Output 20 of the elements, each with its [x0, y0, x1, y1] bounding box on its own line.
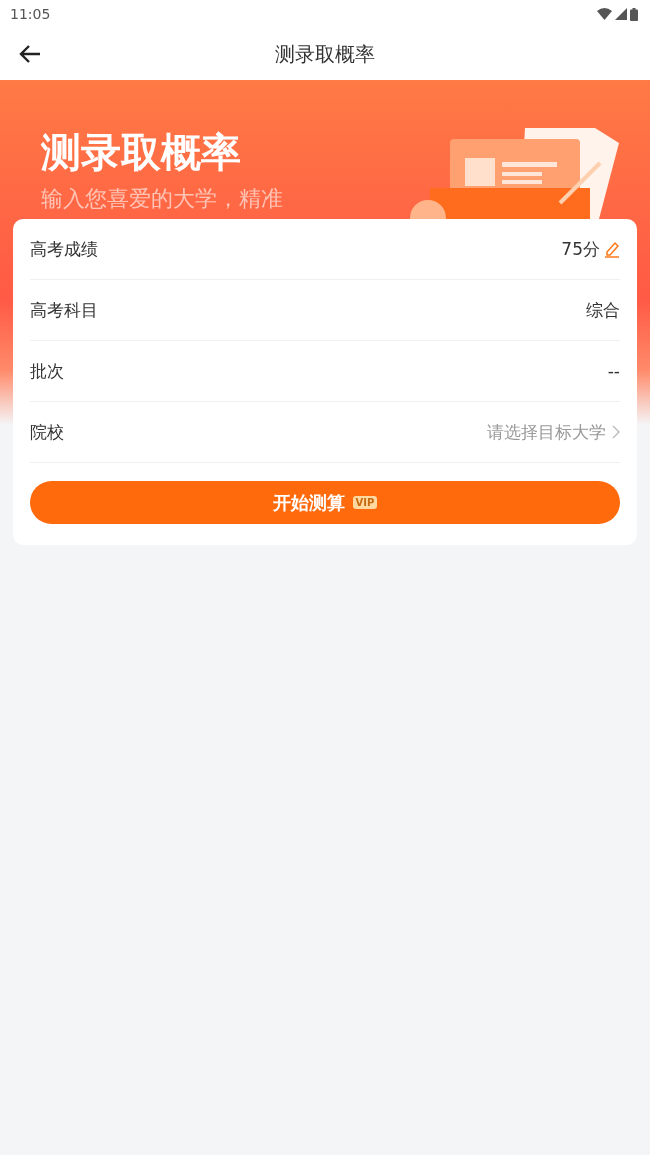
banner-title: 测录取概率 [41, 128, 242, 176]
pencil-icon[interactable] [604, 240, 620, 258]
wifi-icon [597, 8, 612, 20]
start-button[interactable]: 开始测算 VIP [30, 481, 620, 524]
battery-icon [630, 7, 638, 21]
field-label: 批次 [30, 359, 64, 383]
field-value: 75分 [561, 237, 600, 261]
field-label: 高考科目 [30, 298, 98, 322]
vip-badge: VIP [352, 496, 378, 509]
status-time: 11:05 [10, 6, 51, 22]
field-label: 高考成绩 [30, 237, 98, 261]
back-arrow-icon [18, 44, 42, 64]
school-select[interactable]: 请选择目标大学 [487, 420, 620, 444]
signal-icon [615, 8, 627, 20]
banner-subtitle: 输入您喜爱的大学，精准 [41, 186, 283, 212]
field-value: 综合 [586, 298, 620, 322]
field-value: -- [607, 361, 620, 381]
field-label: 院校 [30, 420, 64, 444]
chevron-right-icon [612, 425, 620, 439]
page-title: 测录取概率 [275, 40, 375, 68]
